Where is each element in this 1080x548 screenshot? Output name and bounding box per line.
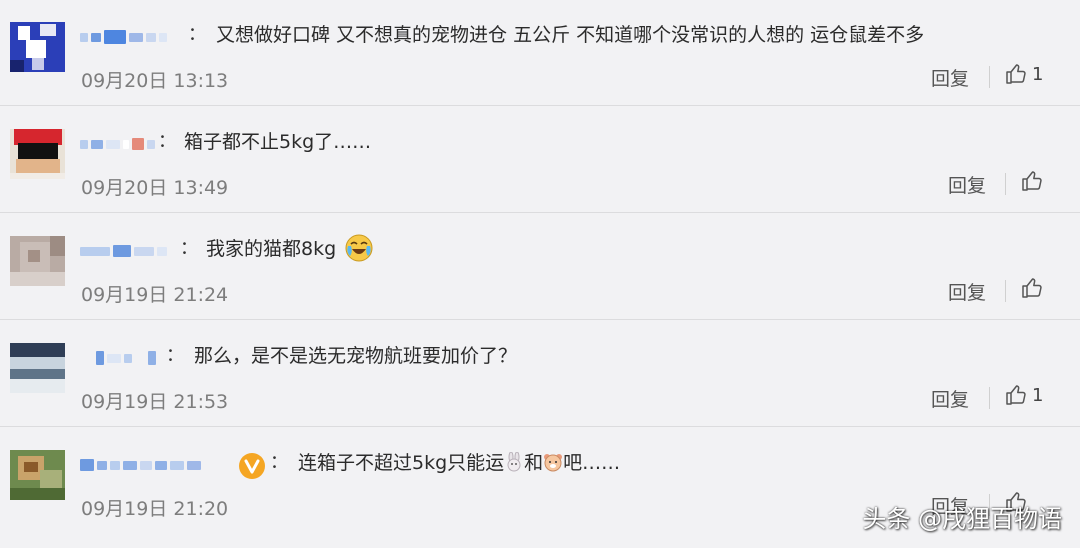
comment-text: 箱子都不止5kg了…… (184, 131, 372, 153)
like-button[interactable] (1020, 169, 1048, 193)
divider (989, 387, 990, 409)
comment-time: 09月19日 21:24 (81, 284, 229, 306)
divider (989, 66, 990, 88)
thumbs-up-icon (1006, 385, 1026, 405)
comment-time: 09月19日 21:20 (81, 498, 229, 520)
reply-button[interactable]: 回复 (931, 385, 969, 412)
thumbs-up-icon (1022, 171, 1042, 191)
comment-text: 连箱子不超过5kg只能运和吧…… (298, 451, 621, 474)
comment-time: 09月20日 13:13 (81, 70, 229, 92)
avatar[interactable] (10, 22, 65, 72)
colon: ： (270, 452, 288, 473)
user-name-blurred[interactable] (80, 242, 167, 260)
like-button[interactable]: 1 (1004, 383, 1043, 407)
comment-item: ： 那么，是不是选无宠物航班要加价了？ 09月19日 21:53 回复 1 (0, 321, 1080, 427)
thumbs-up-icon (1022, 278, 1042, 298)
comment-text: 那么，是不是选无宠物航班要加价了？ (194, 345, 518, 367)
rabbit-emoji (507, 451, 521, 471)
avatar[interactable] (10, 129, 65, 179)
divider (1005, 173, 1006, 195)
comment-item: ： 我家的猫都8kg 09月19日 21:24 回复 (0, 214, 1080, 320)
comment-text: 我家的猫都8kg (206, 234, 374, 263)
avatar[interactable] (10, 450, 65, 500)
cry-laugh-emoji (345, 234, 373, 261)
colon: ： (158, 131, 176, 152)
reply-button[interactable]: 回复 (948, 171, 986, 198)
colon: ： (166, 345, 184, 366)
colon: ： (180, 238, 198, 259)
thumbs-up-icon (1006, 64, 1026, 84)
comment-time: 09月20日 13:49 (81, 177, 229, 199)
user-name-blurred[interactable] (80, 135, 155, 153)
hamster-emoji (544, 453, 563, 471)
like-count: 1 (1032, 63, 1044, 85)
reply-button[interactable]: 回复 (948, 278, 986, 305)
comment-item: ： 箱子都不止5kg了…… 09月20日 13:49 回复 (0, 107, 1080, 213)
comment-item: ： 又想做好口碑 又不想真的宠物进仓 五公斤 不知道哪个没常识的人想的 运仓鼠差… (0, 0, 1080, 106)
user-name-blurred[interactable] (80, 456, 201, 474)
comment-text: 又想做好口碑 又不想真的宠物进仓 五公斤 不知道哪个没常识的人想的 运仓鼠差不多 (216, 24, 925, 46)
like-button[interactable]: 1 (1004, 62, 1043, 86)
user-name-blurred[interactable] (96, 349, 156, 367)
comment-time: 09月19日 21:53 (81, 391, 229, 413)
avatar[interactable] (10, 236, 65, 286)
watermark: 头条 @戌狸百物语 (862, 505, 1062, 533)
reply-button[interactable]: 回复 (931, 64, 969, 91)
colon: ： (188, 24, 206, 45)
user-name-blurred[interactable] (80, 28, 167, 46)
verified-v-badge (239, 453, 265, 479)
divider (1005, 280, 1006, 302)
avatar[interactable] (10, 343, 65, 393)
like-button[interactable] (1020, 276, 1048, 300)
like-count: 1 (1032, 384, 1044, 406)
